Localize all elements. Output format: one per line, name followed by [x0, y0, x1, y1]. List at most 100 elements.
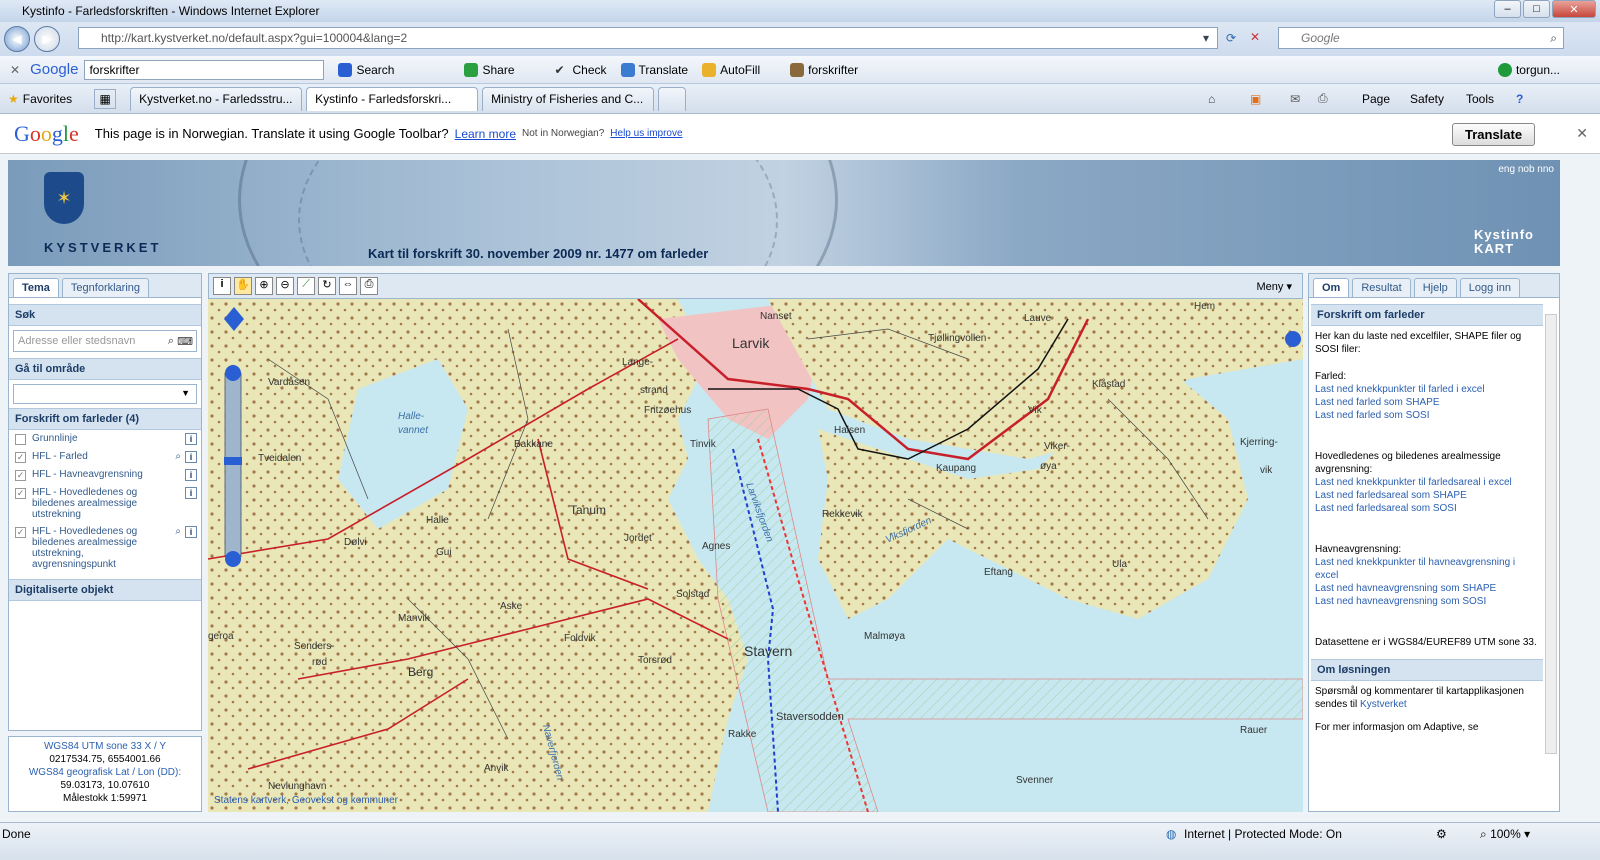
maximize-button[interactable]: □	[1523, 0, 1550, 18]
security-icon[interactable]: ⚙	[1436, 827, 1447, 841]
place-label: Halle-	[398, 411, 425, 422]
info-tool-icon[interactable]: i	[213, 277, 231, 295]
layer-checkbox[interactable]: ✓	[15, 452, 26, 463]
page-menu[interactable]: Page	[1362, 92, 1390, 106]
layer-utstrekning[interactable]: ✓ HFL - Hovedledenes og biledenes arealme…	[9, 484, 201, 523]
layer-checkbox[interactable]	[15, 434, 26, 445]
mail-icon[interactable]: ✉	[1290, 92, 1300, 106]
keyboard-icon[interactable]: ⌨	[177, 335, 193, 348]
search-icon[interactable]: ⌕	[1550, 31, 1557, 46]
tab-tegnforklaring[interactable]: Tegnforklaring	[61, 278, 150, 297]
check-button[interactable]: ✔ Check	[555, 63, 607, 77]
scrollbar[interactable]	[1545, 314, 1557, 754]
print-icon[interactable]: ⎙	[1318, 91, 1328, 106]
tab-resultat[interactable]: Resultat	[1352, 278, 1411, 297]
zoom-out-icon[interactable]: ⊖	[276, 277, 294, 295]
tab-tema[interactable]: Tema	[13, 278, 59, 297]
full-extent-icon[interactable]: ⇔	[339, 277, 357, 295]
help-improve-link[interactable]: Help us improve	[610, 128, 682, 139]
layer-checkbox[interactable]: ✓	[15, 470, 26, 481]
layer-avgrensningspunkt[interactable]: ✓ HFL - Hovedledenes og biledenes arealme…	[9, 523, 201, 573]
measure-icon[interactable]: ⟋	[297, 277, 315, 295]
globe-icon: ◍	[1166, 827, 1177, 841]
browser-search-input[interactable]: Google ⌕	[1278, 27, 1564, 49]
about-text-body: Spørsmål og kommentarer til kartapplikas…	[1315, 686, 1524, 710]
download-link[interactable]: Last ned farledsareal som SOSI	[1315, 502, 1539, 515]
forward-button[interactable]: ▶	[34, 26, 60, 52]
google-search-field[interactable]: forskrifter	[84, 59, 325, 80]
layer-checkbox[interactable]: ✓	[15, 527, 26, 538]
download-link[interactable]: Last ned farled som SHAPE	[1315, 396, 1539, 409]
user-button[interactable]: torgun...	[1497, 62, 1560, 77]
download-link[interactable]: Last ned knekkpunkter til farled i excel	[1315, 383, 1539, 396]
url-field[interactable]: http://kart.kystverket.no/default.aspx?g…	[78, 27, 1218, 49]
info-icon[interactable]: i	[185, 451, 197, 463]
download-link[interactable]: Last ned farledsareal som SHAPE	[1315, 489, 1539, 502]
map-menu[interactable]: Meny ▾	[1257, 280, 1292, 293]
language-switch[interactable]: eng nob nno	[1498, 164, 1554, 175]
layer-havneavgrensning[interactable]: ✓ HFL - Havneavgrensning i	[9, 466, 201, 484]
area-select[interactable]: ▼	[13, 384, 197, 404]
info-icon[interactable]: i	[185, 469, 197, 481]
tab-logg-inn[interactable]: Logg inn	[1459, 278, 1520, 297]
zoom-to-layer-icon[interactable]: ⌕	[175, 526, 181, 537]
credit-link[interactable]: Geovekst	[292, 795, 334, 806]
back-button[interactable]: ◀	[4, 26, 30, 52]
place-search-input[interactable]: Adresse eller stedsnavn ⌕ ⌨	[13, 330, 197, 352]
new-tab-button[interactable]	[658, 86, 687, 111]
refresh-icon[interactable]: ⟳	[1226, 31, 1236, 45]
stop-icon[interactable]: ✕	[1250, 30, 1260, 44]
download-link[interactable]: Last ned farled som SOSI	[1315, 409, 1539, 422]
tab-kystinfo[interactable]: Kystinfo - Farledsforskri...	[306, 86, 479, 111]
download-link[interactable]: Last ned havneavgrensning som SHAPE	[1315, 582, 1539, 595]
pan-hand-icon[interactable]: ✋	[234, 277, 252, 295]
search-button[interactable]: Search	[338, 62, 395, 77]
layer-label: HFL - Hovedledenes og biledenes arealmes…	[32, 487, 138, 520]
layer-farled[interactable]: ✓ HFL - Farled ⌕ i	[9, 448, 201, 466]
map-canvas[interactable]: Larvik Nanset Tjøllingvollen Lauve Hem V…	[208, 299, 1303, 812]
download-link[interactable]: Last ned knekkpunkter til havneavgrensni…	[1315, 556, 1539, 582]
refresh-map-icon[interactable]: ↻	[318, 277, 336, 295]
tab-ministry[interactable]: Ministry of Fisheries and C...	[482, 86, 655, 111]
help-icon[interactable]: ?	[1516, 92, 1523, 106]
info-icon[interactable]: i	[185, 487, 197, 499]
learn-more-link[interactable]: Learn more	[455, 127, 516, 141]
layer-grunnlinje[interactable]: Grunnlinje i	[9, 430, 201, 448]
download-link[interactable]: Last ned knekkpunkter til farledsareal i…	[1315, 476, 1539, 489]
quick-tabs-icon[interactable]: ▦	[94, 88, 117, 109]
credit-link[interactable]: Statens kartverk	[214, 795, 286, 806]
url-dropdown-icon[interactable]: ▾	[1203, 31, 1209, 45]
layer-label: HFL - Farled	[32, 451, 88, 462]
safety-menu[interactable]: Safety	[1410, 92, 1444, 106]
tab-kystverket[interactable]: Kystverket.no - Farledsstru...	[130, 86, 303, 111]
tab-hjelp[interactable]: Hjelp	[1413, 278, 1457, 297]
print-map-icon[interactable]: ⎙	[360, 277, 378, 295]
credit-link[interactable]: kommuner	[351, 795, 398, 806]
favorites-button[interactable]: ★ Favorites	[8, 92, 72, 106]
download-link[interactable]: Last ned havneavgrensning som SOSI	[1315, 595, 1539, 608]
autofill-button[interactable]: AutoFill	[702, 62, 760, 77]
home-icon[interactable]: ⌂	[1208, 92, 1215, 106]
magnifier-icon[interactable]: ⌕	[168, 335, 174, 348]
kystverket-link[interactable]: Kystverket	[1360, 699, 1407, 710]
info-icon[interactable]: i	[185, 433, 197, 445]
layer-checkbox[interactable]: ✓	[15, 488, 26, 499]
translate-button[interactable]: Translate	[620, 62, 688, 77]
info-icon[interactable]: i	[185, 526, 197, 538]
search-label: Search	[356, 62, 395, 77]
close-toolbar-icon[interactable]: ✕	[10, 63, 20, 77]
translate-page-button[interactable]: Translate	[1452, 123, 1536, 146]
close-window-button[interactable]: ✕	[1552, 0, 1596, 18]
place-label: Halle	[426, 515, 449, 526]
tools-menu[interactable]: Tools	[1466, 92, 1494, 106]
share-button[interactable]: Share	[464, 62, 515, 77]
place-label: Eftang	[984, 567, 1013, 578]
tab-om[interactable]: Om	[1313, 278, 1350, 297]
saved-search-button[interactable]: forskrifter	[790, 62, 858, 77]
zoom-level[interactable]: ⌕ 100% ▾	[1480, 827, 1530, 842]
close-translate-icon[interactable]: ✕	[1576, 125, 1588, 142]
zoom-to-layer-icon[interactable]: ⌕	[175, 451, 181, 462]
minimize-button[interactable]: –	[1494, 0, 1521, 18]
zoom-in-icon[interactable]: ⊕	[255, 277, 273, 295]
feeds-icon[interactable]: ▣	[1250, 92, 1261, 106]
